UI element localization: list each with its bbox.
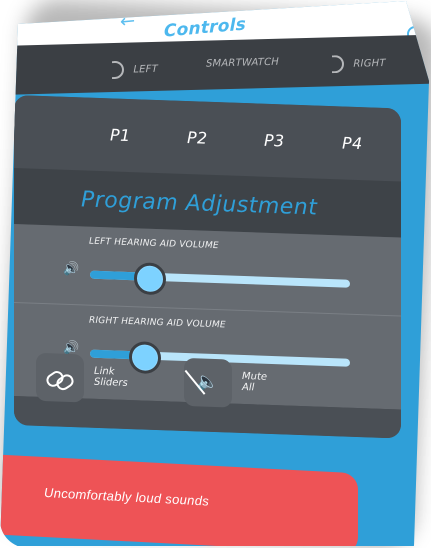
ear-icon <box>332 54 344 74</box>
mute-all-button[interactable]: 🔈 <box>184 357 232 408</box>
link-sliders-label: Link Sliders <box>94 366 128 389</box>
phone-screen: ← Controls LEFT SMARTWATCH RIGHT P1 P2 P… <box>0 1 429 546</box>
right-volume-label: RIGHT HEARING AID VOLUME <box>89 315 226 331</box>
ear-icon <box>112 60 124 80</box>
link-sliders-line-2: Sliders <box>94 376 128 389</box>
device-smartwatch-label: SMARTWATCH <box>206 56 279 70</box>
speaker-icon: 🔊 <box>63 261 80 278</box>
right-volume-thumb[interactable] <box>129 341 161 375</box>
mute-all-line-2: All <box>242 381 255 394</box>
device-right[interactable]: RIGHT <box>332 54 386 74</box>
program-tabs: P1 P2 P3 P4 <box>14 95 401 182</box>
program-tab-p1[interactable]: P1 <box>110 125 130 145</box>
page-title: Controls <box>164 14 246 42</box>
program-tab-p4[interactable]: P4 <box>342 133 362 153</box>
uncomfortably-loud-sounds-button[interactable]: Uncomfortably loud sounds <box>0 454 358 546</box>
mute-icon: 🔈 <box>196 371 219 394</box>
mute-all-line-1: Mute <box>242 370 268 383</box>
program-tab-p3[interactable]: P3 <box>264 131 284 151</box>
left-volume-label: LEFT HEARING AID VOLUME <box>89 236 219 252</box>
link-icon <box>43 364 77 393</box>
device-left[interactable]: LEFT <box>112 60 158 80</box>
controls-panel: P1 P2 P3 P4 Program Adjustment LEFT HEAR… <box>14 95 401 439</box>
device-left-label: LEFT <box>133 63 158 76</box>
left-volume-row: LEFT HEARING AID VOLUME 🔊 <box>14 224 401 316</box>
program-tab-p2[interactable]: P2 <box>187 128 207 148</box>
link-sliders-button[interactable] <box>36 352 84 403</box>
device-smartwatch[interactable]: SMARTWATCH <box>206 57 279 70</box>
device-right-label: RIGHT <box>353 57 386 70</box>
screenshot-scene: ← Controls LEFT SMARTWATCH RIGHT P1 P2 P… <box>0 0 431 548</box>
program-adjustment-title: Program Adjustment <box>81 187 318 221</box>
device-selector: LEFT SMARTWATCH RIGHT <box>0 34 429 95</box>
mute-all-label: Mute All <box>242 371 267 394</box>
left-volume-thumb[interactable] <box>134 262 167 296</box>
left-volume-track[interactable] <box>90 262 350 296</box>
uncomfortably-loud-sounds-label: Uncomfortably loud sounds <box>44 484 210 509</box>
